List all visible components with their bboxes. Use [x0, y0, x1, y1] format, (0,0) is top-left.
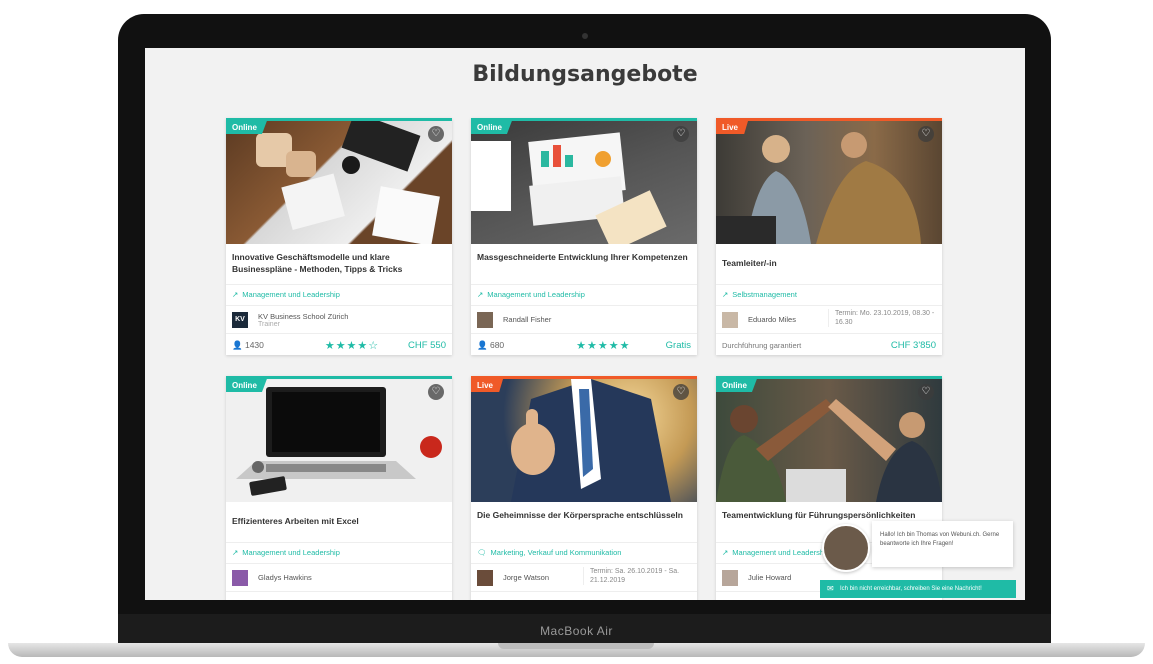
trainer-name: KV Business School Zürich — [258, 311, 349, 321]
trainer-row: Gladys Hawkins — [226, 564, 452, 592]
course-card[interactable]: Live ♡ Die Geheimnisse der Körpersprache… — [471, 376, 697, 600]
course-title[interactable]: Teamleiter/-in — [716, 244, 942, 285]
course-title[interactable]: Massgeschneiderte Entwicklung Ihrer Komp… — [471, 244, 697, 285]
trainer-avatar — [722, 311, 738, 328]
trainer-name: Julie Howard — [748, 573, 792, 582]
favorite-heart-icon[interactable]: ♡ — [428, 126, 444, 142]
browser-screen: Bildungsangebote Online ♡ Innovative Ges… — [145, 48, 1025, 600]
chart-icon: ↗ — [232, 548, 239, 557]
course-image: Online ♡ — [226, 379, 452, 502]
trainer-name: Eduardo Miles — [748, 315, 796, 324]
course-image: Live ♡ — [716, 121, 942, 244]
trainer-name: Randall Fisher — [503, 315, 552, 324]
favorite-heart-icon[interactable]: ♡ — [673, 126, 689, 142]
course-category[interactable]: ↗ Management und Leadership — [226, 543, 452, 564]
trainer-avatar — [477, 569, 493, 586]
chart-icon: ↗ — [232, 290, 239, 299]
card-footer: 👤 1430 ★★★★☆ CHF 550 — [226, 334, 452, 355]
card-footer: 👤 680 ★★★★★ Gratis — [471, 334, 697, 355]
participants-count: 👤 680 — [477, 339, 505, 350]
course-image: Online ♡ — [471, 121, 697, 244]
chart-icon: ↗ — [722, 548, 729, 557]
online-badge: Online — [226, 121, 267, 134]
course-image: Online ♡ — [226, 121, 452, 244]
envelope-icon: ✉ — [827, 584, 834, 593]
course-category[interactable]: ↗ Management und Leadership — [471, 285, 697, 306]
page-title: Bildungsangebote — [472, 62, 698, 87]
course-title[interactable]: Innovative Geschäftsmodelle und klare Bu… — [226, 244, 452, 285]
online-badge: Online — [471, 121, 512, 134]
course-category[interactable]: ↗ Selbstmanagement — [716, 285, 942, 306]
course-title[interactable]: Effizienteres Arbeiten mit Excel — [226, 502, 452, 543]
user-icon: 👤 — [232, 339, 243, 350]
trainer-name: Gladys Hawkins — [258, 573, 312, 582]
course-image: Live ♡ — [471, 379, 697, 502]
chat-agent-avatar[interactable] — [822, 524, 870, 572]
course-price: CHF 550 — [407, 339, 446, 351]
course-price: Gratis — [665, 339, 691, 351]
participants-count: 👤 1430 — [232, 339, 264, 350]
course-title[interactable]: Die Geheimnisse der Körpersprache entsch… — [471, 502, 697, 543]
course-image: Online ♡ — [716, 379, 942, 502]
chat-message-button[interactable]: ✉ Ich bin nicht erreichbar, schreiben Si… — [820, 580, 1016, 598]
course-category[interactable]: 🗨 Marketing, Verkauf und Kommunikation — [471, 543, 697, 564]
online-badge: Online — [226, 379, 267, 392]
card-footer: Durchführung garantiert CHF 3'850 — [716, 334, 942, 355]
course-date: Termin: Mo. 23.10.2019, 08.30 - 16.30 — [828, 309, 942, 327]
trainer-avatar — [477, 311, 493, 328]
live-badge: Live — [716, 121, 749, 134]
course-card[interactable]: Online ♡ Massgeschneiderte Entwicklung I… — [471, 118, 697, 355]
trainer-row: Eduardo Miles Termin: Mo. 23.10.2019, 08… — [716, 306, 942, 334]
chart-icon: ↗ — [477, 290, 484, 299]
chat-greeting-bubble[interactable]: Hallo! Ich bin Thomas von Webuni.ch. Ger… — [872, 521, 1013, 567]
course-date: Termin: Sa. 26.10.2019 - Sa. 21.12.2019 — [583, 567, 697, 585]
camera-dot — [582, 33, 588, 39]
chart-icon: ↗ — [722, 290, 729, 299]
chat-icon: 🗨 — [477, 548, 487, 557]
favorite-heart-icon[interactable]: ♡ — [428, 384, 444, 400]
user-icon: 👤 — [477, 339, 488, 350]
guarantee-text: Durchführung garantiert — [722, 340, 802, 350]
trainer-row: Randall Fisher — [471, 306, 697, 334]
trainer-logo: KV — [232, 311, 248, 328]
rating-stars: ★★★★★ — [576, 339, 631, 352]
trainer-role: Trainer — [258, 320, 280, 328]
course-card[interactable]: Online ♡ Innovative Geschäftsmodelle und… — [226, 118, 452, 355]
course-card[interactable]: Online ♡ Effizienteres Arbeiten mit Exce… — [226, 376, 452, 600]
trainer-avatar — [232, 569, 248, 586]
favorite-heart-icon[interactable]: ♡ — [918, 384, 934, 400]
rating-stars: ★★★★☆ — [324, 339, 380, 352]
trainer-row: Jorge Watson Termin: Sa. 26.10.2019 - Sa… — [471, 564, 697, 592]
favorite-heart-icon[interactable]: ♡ — [673, 384, 689, 400]
course-price: CHF 3'850 — [890, 339, 936, 351]
course-category[interactable]: ↗ Management und Leadership — [226, 285, 452, 306]
live-badge: Live — [471, 379, 504, 392]
laptop-notch — [498, 643, 654, 649]
trainer-avatar — [722, 569, 738, 586]
trainer-name: Jorge Watson — [503, 573, 549, 582]
online-badge: Online — [716, 379, 757, 392]
trainer-row: KV KV Business School Zürich Trainer — [226, 306, 452, 334]
course-card[interactable]: Live ♡ Teamleiter/-in ↗ Selbstmanagement … — [716, 118, 942, 355]
favorite-heart-icon[interactable]: ♡ — [918, 126, 934, 142]
device-label: MacBook Air — [540, 624, 613, 638]
